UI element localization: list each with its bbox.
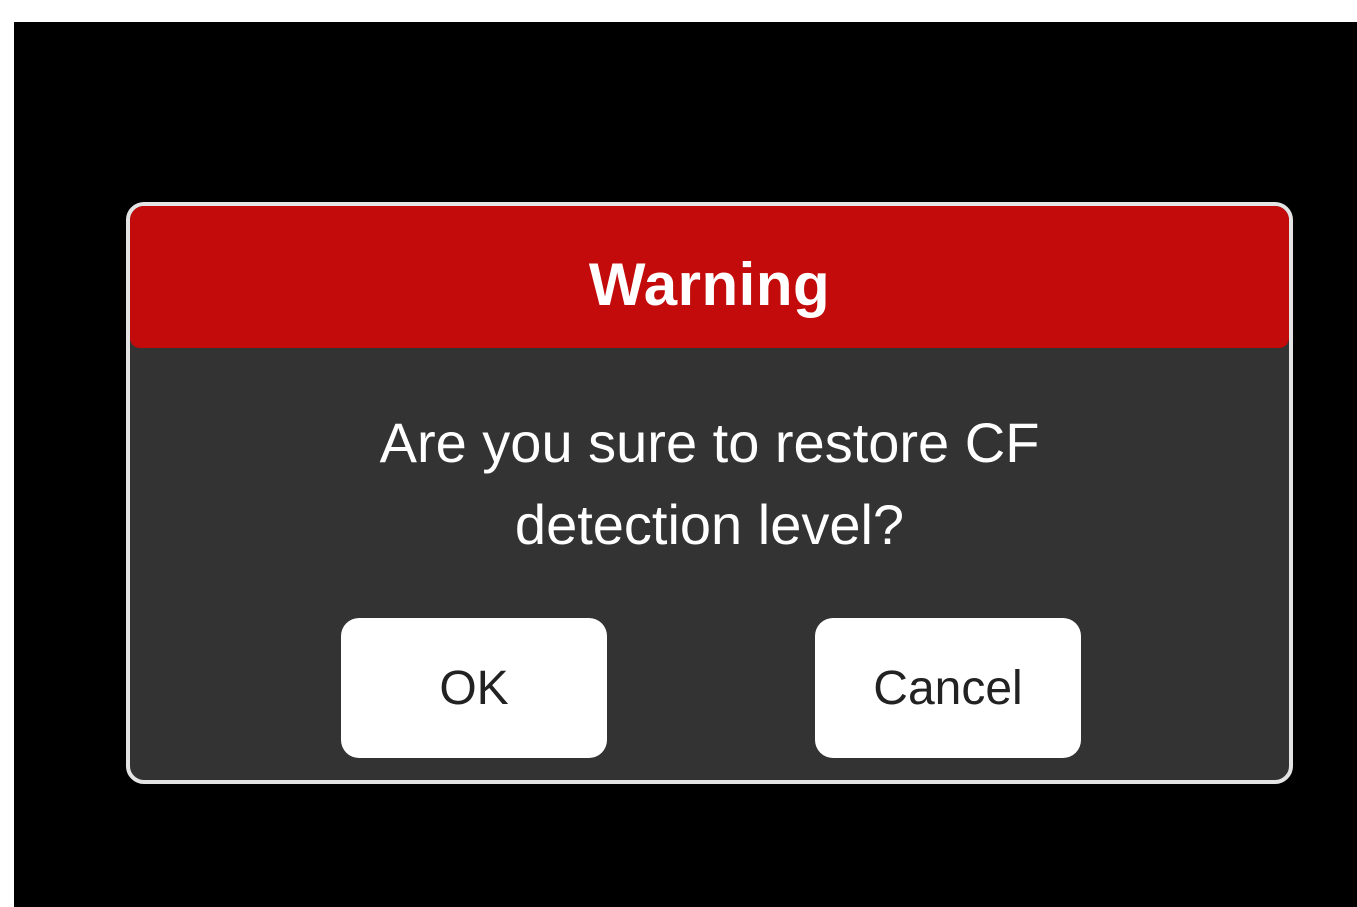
- dialog-header: Warning: [130, 206, 1289, 348]
- cancel-button-label: Cancel: [873, 661, 1023, 715]
- cancel-button[interactable]: Cancel: [815, 618, 1081, 758]
- warning-dialog: Warning Are you sure to restore CF detec…: [126, 202, 1293, 784]
- ok-button[interactable]: OK: [341, 618, 607, 758]
- dialog-message-line-1: Are you sure to restore CF: [379, 411, 1040, 474]
- dialog-message-line-2: detection level?: [514, 493, 905, 556]
- screen-background: Warning Are you sure to restore CF detec…: [14, 22, 1357, 907]
- ok-button-label: OK: [439, 661, 509, 715]
- dialog-message: Are you sure to restore CF detection lev…: [190, 402, 1229, 566]
- dialog-title: Warning: [588, 250, 831, 318]
